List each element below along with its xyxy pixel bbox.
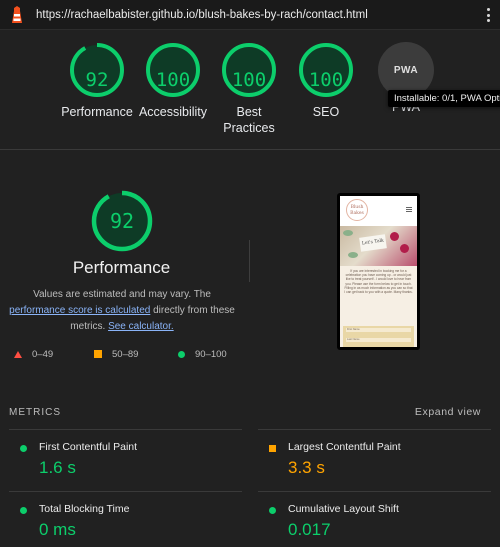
metric-first-contentful-paint: First Contentful Paint 1.6 s (9, 430, 241, 490)
leaf-shape (348, 252, 358, 258)
gauge-label-line-2: Practices (223, 121, 275, 135)
hamburger-icon (406, 207, 412, 212)
category-description: Values are estimated and may vary. The p… (6, 287, 238, 335)
legend-fail-range: 0–49 (32, 348, 54, 360)
metrics-title: METRICS (9, 407, 61, 418)
last-name-field: Last Name (346, 338, 411, 342)
page-url[interactable]: https://rachaelbabister.github.io/blush-… (36, 9, 368, 21)
more-options-icon[interactable] (484, 7, 492, 23)
address-bar: https://rachaelbabister.github.io/blush-… (0, 0, 500, 30)
site-logo: Blush Bakes (346, 199, 368, 221)
berry-shape (400, 244, 409, 253)
gauge-score: 100 (308, 69, 344, 91)
screenshot-page: Blush Bakes Let's Talk If you are intere… (340, 196, 417, 347)
score-calculated-link[interactable]: performance score is calculated (9, 305, 150, 316)
performance-score: 92 (109, 209, 135, 233)
first-name-field: First Name (346, 328, 411, 332)
average-square-icon (94, 350, 102, 358)
divider (249, 240, 250, 282)
legend-pass: 90–100 (178, 348, 227, 360)
hero-card: Let's Talk (359, 234, 387, 252)
metric-name: First Contentful Paint (39, 441, 138, 453)
metric-name: Largest Contentful Paint (288, 441, 401, 453)
metric-value: 0 ms (39, 520, 76, 539)
fail-triangle-icon (14, 350, 22, 358)
metric-cumulative-layout-shift: Cumulative Layout Shift 0.017 (258, 492, 490, 547)
gauge-label-line-1: Best (236, 105, 262, 119)
pass-circle-icon (178, 350, 185, 358)
hero-image: Let's Talk (340, 226, 417, 266)
legend-average: 50–89 (94, 348, 138, 360)
metric-total-blocking-time: Total Blocking Time 0 ms (9, 492, 241, 547)
gauge-label: SEO (312, 105, 340, 119)
gauge-seo[interactable]: 100 SEO (281, 42, 371, 120)
leaf-shape (343, 230, 353, 236)
metric-largest-contentful-paint: Largest Contentful Paint 3.3 s (258, 430, 490, 490)
performance-category-header: 92 Performance Values are estimated and … (0, 150, 500, 390)
legend-fail: 0–49 (14, 348, 53, 360)
metric-value: 3.3 s (288, 458, 325, 477)
contact-intro-text: If you are interested in booking me for … (344, 269, 413, 295)
pass-circle-icon (20, 507, 27, 514)
contact-form: First Name Last Name (343, 326, 414, 347)
final-screenshot[interactable]: Blush Bakes Let's Talk If you are intere… (337, 193, 420, 350)
score-summary: 92 Performance 100 Accessibility 100 Bes… (0, 30, 500, 150)
see-calculator-link[interactable]: See calculator. (108, 321, 174, 332)
metric-value: 1.6 s (39, 458, 76, 477)
expand-view-toggle[interactable]: Expand view (415, 406, 481, 418)
metric-name: Cumulative Layout Shift (288, 503, 399, 515)
average-square-icon (269, 445, 276, 452)
legend-average-range: 50–89 (112, 348, 139, 360)
pwa-tooltip: Installable: 0/1, PWA Optim (388, 90, 500, 107)
legend-pass-range: 90–100 (195, 348, 227, 360)
pass-circle-icon (20, 445, 27, 452)
metric-value: 0.017 (288, 520, 331, 539)
lighthouse-icon (12, 5, 22, 23)
metrics-header: METRICS Expand view (0, 400, 500, 424)
description-text: Values are estimated and may vary. The (33, 289, 211, 300)
metric-name: Total Blocking Time (39, 503, 130, 515)
site-header: Blush Bakes (340, 196, 417, 226)
pass-circle-icon (269, 507, 276, 514)
category-title: Performance (72, 258, 171, 277)
berry-shape (390, 232, 399, 241)
